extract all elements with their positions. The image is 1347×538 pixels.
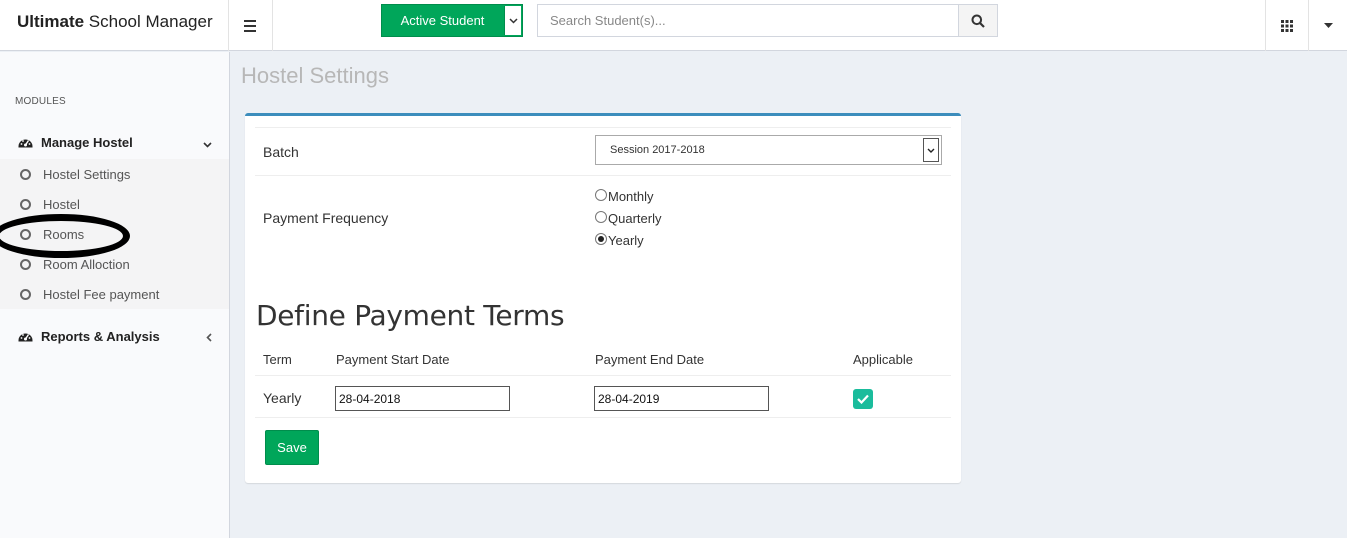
radio-button-selected[interactable] xyxy=(595,232,607,245)
sidebar: MODULES Manage Hostel Hostel Settings Ho… xyxy=(0,52,230,538)
brand-rest: School Manager xyxy=(84,12,213,31)
student-status-dropdown[interactable]: Active Student xyxy=(381,4,523,37)
page-title: Hostel Settings xyxy=(241,63,389,88)
payment-start-date-input[interactable] xyxy=(335,386,510,411)
payment-frequency-label: Payment Frequency xyxy=(263,210,389,226)
sidebar-group-head-manage-hostel[interactable]: Manage Hostel xyxy=(0,125,229,159)
chevron-down-icon xyxy=(923,138,939,162)
batch-select[interactable]: Session 2017-2018 xyxy=(595,135,942,165)
batch-row: Batch Session 2017-2018 xyxy=(255,127,951,175)
payment-frequency-row: Payment Frequency Monthly Quarterly Year… xyxy=(255,175,951,285)
student-search xyxy=(537,4,998,37)
search-button[interactable] xyxy=(958,5,997,36)
sidebar-group-reports: Reports & Analysis xyxy=(0,319,229,353)
radio-quarterly[interactable]: Quarterly xyxy=(595,210,662,226)
payment-end-date-input[interactable] xyxy=(594,386,769,411)
chevron-down-icon[interactable] xyxy=(504,6,521,35)
applicable-checkbox[interactable] xyxy=(853,389,873,409)
table-divider xyxy=(255,417,951,418)
sidebar-item-label: Room Alloction xyxy=(43,256,130,272)
hostel-settings-card: Batch Session 2017-2018 Payment Frequenc… xyxy=(245,113,961,483)
sidebar-item-hostel[interactable]: Hostel xyxy=(0,189,229,219)
dashboard-icon xyxy=(18,136,34,148)
sidebar-section-label: MODULES xyxy=(15,96,66,107)
radio-label: Monthly xyxy=(608,189,654,204)
batch-select-value: Session 2017-2018 xyxy=(610,144,705,156)
hamburger-icon xyxy=(243,19,256,32)
search-input[interactable] xyxy=(538,5,958,36)
sidebar-item-label: Hostel Fee payment xyxy=(43,286,160,302)
app-brand[interactable]: Ultimate School Manager xyxy=(0,0,229,51)
chevron-left-icon xyxy=(206,330,212,345)
circle-icon xyxy=(20,198,31,210)
sidebar-group-label: Reports & Analysis xyxy=(41,328,160,344)
batch-label: Batch xyxy=(263,144,299,160)
check-icon xyxy=(857,394,869,404)
circle-icon xyxy=(20,168,31,180)
sidebar-item-label: Hostel Settings xyxy=(43,166,131,182)
sidebar-item-hostel-fee-payment[interactable]: Hostel Fee payment xyxy=(0,279,229,309)
grid-icon xyxy=(1281,19,1293,32)
table-header-term: Term xyxy=(263,352,292,367)
apps-menu-button[interactable] xyxy=(1265,0,1309,51)
table-header-start-date: Payment Start Date xyxy=(336,352,450,367)
chevron-down-icon xyxy=(203,136,212,151)
sidebar-item-hostel-settings[interactable]: Hostel Settings xyxy=(0,159,229,189)
brand-bold: Ultimate xyxy=(17,12,85,31)
radio-label: Quarterly xyxy=(608,211,662,226)
radio-button[interactable] xyxy=(595,188,607,201)
radio-monthly[interactable]: Monthly xyxy=(595,188,654,204)
term-cell: Yearly xyxy=(263,390,302,406)
radio-yearly[interactable]: Yearly xyxy=(595,232,644,248)
radio-button[interactable] xyxy=(595,210,607,223)
sidebar-group-label: Manage Hostel xyxy=(41,134,133,150)
section-title: Define Payment Terms xyxy=(256,299,565,332)
top-header: Ultimate School Manager Active Student xyxy=(0,0,1347,51)
table-header-applicable: Applicable xyxy=(853,352,913,367)
sidebar-item-label: Hostel xyxy=(43,196,80,212)
save-button[interactable]: Save xyxy=(265,430,319,465)
sidebar-toggle-button[interactable] xyxy=(229,0,273,51)
caret-down-icon xyxy=(1323,23,1333,28)
radio-label: Yearly xyxy=(608,233,644,248)
circle-icon xyxy=(20,288,31,300)
circle-icon xyxy=(20,258,31,270)
user-menu-dropdown[interactable] xyxy=(1309,0,1347,51)
search-icon xyxy=(971,14,985,28)
dashboard-icon xyxy=(18,330,34,342)
student-status-label: Active Student xyxy=(400,13,485,28)
sidebar-group-head-reports[interactable]: Reports & Analysis xyxy=(0,319,229,353)
table-header-end-date: Payment End Date xyxy=(595,352,705,367)
